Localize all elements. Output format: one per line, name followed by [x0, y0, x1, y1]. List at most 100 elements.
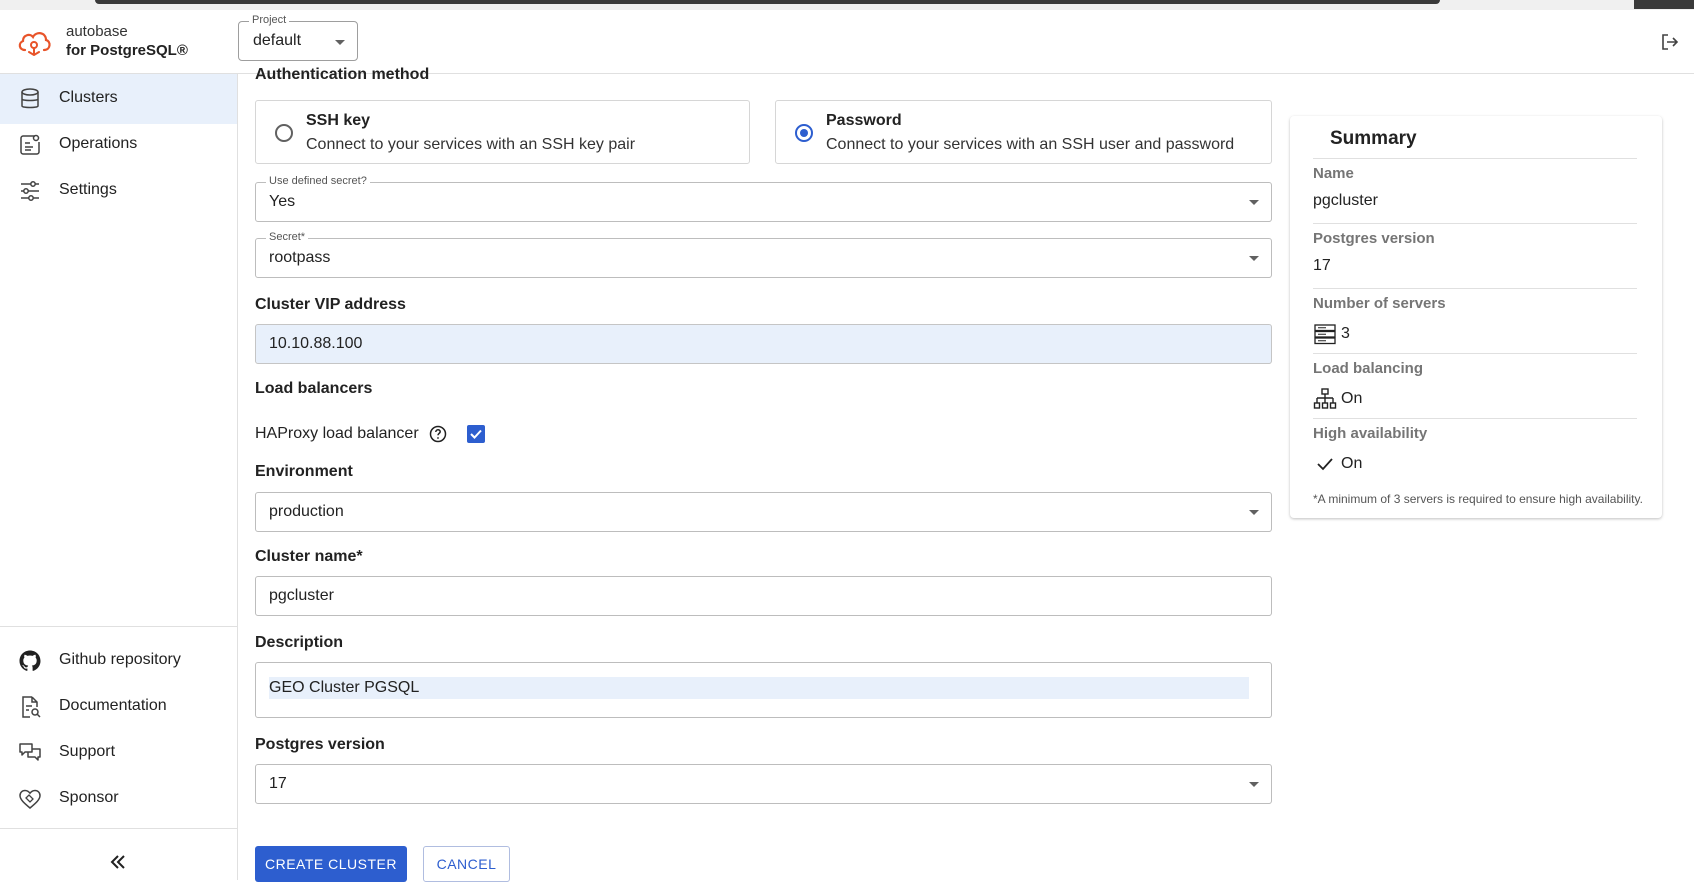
- secret-select[interactable]: Secret* rootpass: [255, 231, 1272, 278]
- brand-line2: for PostgreSQL®: [66, 42, 188, 59]
- chevron-down-icon: [1249, 256, 1259, 261]
- haproxy-label: HAProxy load balancer: [255, 425, 419, 442]
- sidebar-item-label: Documentation: [59, 697, 167, 714]
- app-header: autobase for PostgreSQL® Project default: [0, 10, 1694, 74]
- sidebar: Clusters Operations Settings Github repo…: [0, 74, 238, 880]
- cluster-vip-label: Cluster VIP address: [255, 296, 406, 313]
- chevron-down-icon: [335, 40, 345, 45]
- create-cluster-button[interactable]: CREATE CLUSTER: [255, 846, 407, 882]
- sidebar-item-clusters[interactable]: Clusters: [0, 74, 237, 124]
- support-chat-icon: [19, 743, 41, 761]
- summary-label: Postgres version: [1313, 230, 1435, 247]
- cluster-name-input[interactable]: pgcluster: [255, 576, 1272, 616]
- sidebar-item-label: Github repository: [59, 651, 181, 668]
- sponsor-handshake-icon: [19, 789, 41, 809]
- brand-line1: autobase: [66, 23, 128, 40]
- sidebar-item-label: Clusters: [59, 89, 118, 106]
- summary-label: Number of servers: [1313, 295, 1446, 312]
- radio-ssh-key[interactable]: [275, 124, 293, 142]
- sidebar-item-label: Support: [59, 743, 116, 760]
- auth-method-label: Authentication method: [255, 66, 430, 83]
- browser-top-strip: [0, 0, 1694, 10]
- network-hierarchy-icon: [1313, 388, 1337, 409]
- auth-option-title: SSH key: [306, 112, 371, 129]
- chevron-down-icon: [1249, 782, 1259, 787]
- sidebar-item-sponsor[interactable]: Sponsor: [0, 774, 237, 824]
- postgres-version-label: Postgres version: [255, 736, 385, 753]
- servers-icon: [1314, 324, 1336, 345]
- sidebar-divider: [0, 828, 237, 829]
- summary-row-name: Name pgcluster: [1313, 158, 1637, 209]
- sidebar-divider: [0, 626, 237, 627]
- sidebar-item-settings[interactable]: Settings: [0, 166, 237, 216]
- summary-value-text: 3: [1341, 325, 1350, 342]
- github-icon: [19, 650, 41, 671]
- haproxy-row: HAProxy load balancer: [255, 422, 485, 446]
- brand[interactable]: autobase for PostgreSQL®: [66, 22, 188, 60]
- field-value: pgcluster: [269, 587, 334, 604]
- summary-label: High availability: [1313, 425, 1428, 442]
- description-textarea[interactable]: GEO Cluster PGSQL: [255, 662, 1272, 718]
- operations-icon: [20, 134, 40, 155]
- summary-row-servers: Number of servers 3: [1313, 288, 1637, 345]
- summary-row-load-balancing: Load balancing On: [1313, 353, 1637, 409]
- summary-value-text: 17: [1313, 257, 1331, 274]
- collapse-sidebar-icon[interactable]: [106, 850, 130, 874]
- chevron-down-icon: [1249, 510, 1259, 515]
- project-select-value: default: [253, 32, 302, 49]
- auth-option-ssh-key[interactable]: SSH key Connect to your services with an…: [255, 100, 750, 164]
- auth-option-desc: Connect to your services with an SSH use…: [826, 136, 1235, 153]
- summary-label: Name: [1313, 165, 1354, 182]
- summary-value: On: [1313, 452, 1362, 476]
- field-value: 10.10.88.100: [269, 335, 363, 352]
- use-defined-secret-select[interactable]: Use defined secret? Yes: [255, 175, 1272, 222]
- auth-option-desc: Connect to your services with an SSH key…: [306, 136, 636, 153]
- summary-row-high-availability: High availability On: [1313, 418, 1637, 472]
- field-label: Secret*: [266, 231, 309, 243]
- project-select-label: Project: [249, 14, 290, 26]
- database-icon: [21, 88, 39, 109]
- cluster-vip-input[interactable]: 10.10.88.100: [255, 324, 1272, 364]
- haproxy-checkbox[interactable]: [466, 425, 485, 443]
- field-value: rootpass: [269, 249, 331, 266]
- summary-value-text: On: [1341, 455, 1363, 472]
- field-label: Use defined secret?: [266, 175, 370, 187]
- check-icon: [469, 429, 482, 439]
- logout-icon[interactable]: [1660, 32, 1680, 52]
- sidebar-item-support[interactable]: Support: [0, 728, 237, 778]
- summary-label: Load balancing: [1313, 360, 1424, 377]
- load-balancers-label: Load balancers: [255, 380, 373, 397]
- sidebar-item-documentation[interactable]: Documentation: [0, 682, 237, 732]
- field-value: GEO Cluster PGSQL: [269, 677, 1249, 699]
- sidebar-item-label: Settings: [59, 181, 117, 198]
- summary-title: Summary: [1330, 128, 1417, 149]
- cluster-name-label: Cluster name*: [255, 548, 363, 565]
- project-select[interactable]: Project default: [238, 14, 358, 61]
- environment-select[interactable]: production: [255, 492, 1272, 532]
- settings-sliders-icon: [21, 181, 39, 201]
- check-icon: [1317, 458, 1333, 471]
- autobase-logo-icon: [18, 32, 51, 56]
- summary-value-text: pgcluster: [1313, 192, 1378, 209]
- summary-note: *A minimum of 3 servers is required to e…: [1313, 492, 1643, 506]
- help-icon[interactable]: [429, 425, 447, 443]
- radio-password[interactable]: [795, 124, 813, 142]
- summary-value-text: On: [1341, 390, 1363, 407]
- summary-value: pgcluster: [1313, 192, 1378, 210]
- sidebar-item-operations[interactable]: Operations: [0, 120, 237, 170]
- sidebar-item-label: Operations: [59, 135, 138, 152]
- sidebar-item-github[interactable]: Github repository: [0, 636, 237, 686]
- summary-row-postgres-version: Postgres version 17: [1313, 223, 1637, 274]
- auth-option-password[interactable]: Password Connect to your services with a…: [775, 100, 1272, 164]
- field-value: 17: [269, 775, 287, 792]
- auth-option-title: Password: [826, 112, 902, 129]
- postgres-version-select[interactable]: 17: [255, 764, 1272, 804]
- documentation-icon: [22, 696, 41, 718]
- sidebar-item-label: Sponsor: [59, 789, 119, 806]
- description-label: Description: [255, 634, 344, 651]
- cancel-button[interactable]: CANCEL: [423, 846, 510, 882]
- browser-corner: [1634, 0, 1694, 9]
- field-value: Yes: [269, 193, 296, 210]
- browser-scroll-bar: [95, 0, 1440, 4]
- chevron-down-icon: [1249, 200, 1259, 205]
